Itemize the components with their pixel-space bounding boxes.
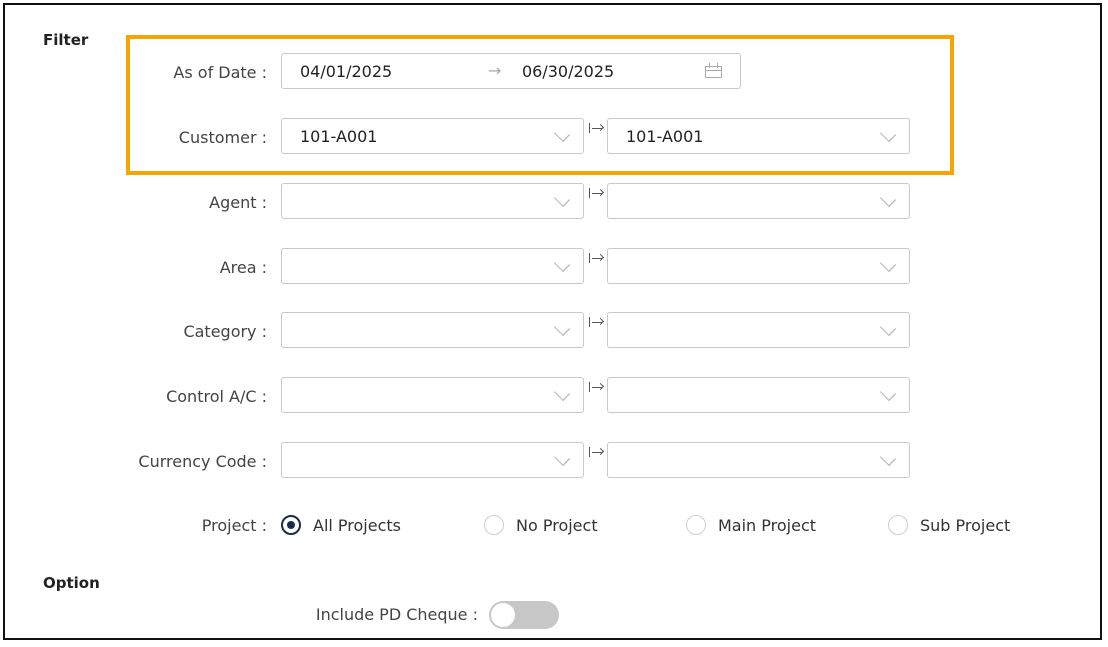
radio-unselected-icon[interactable] — [686, 515, 706, 535]
radio-selected-icon[interactable] — [281, 515, 301, 535]
radio-label: All Projects — [313, 515, 401, 535]
project-label: Project : — [201, 516, 267, 535]
chevron-down-icon — [879, 384, 897, 402]
currency-code-to-select[interactable] — [607, 442, 910, 478]
category-to-select[interactable] — [607, 312, 910, 348]
area-label: Area : — [219, 258, 267, 277]
range-arrow-icon — [589, 447, 605, 459]
category-from-select[interactable] — [281, 312, 584, 348]
customer-from-value: 101-A001 — [300, 127, 378, 146]
radio-label: Sub Project — [920, 515, 1011, 535]
customer-to-value: 101-A001 — [626, 127, 704, 146]
agent-label: Agent : — [209, 193, 267, 212]
toggle-knob — [491, 603, 515, 627]
customer-from-select[interactable]: 101-A001 — [281, 118, 584, 154]
agent-to-select[interactable] — [607, 183, 910, 219]
area-to-select[interactable] — [607, 248, 910, 284]
chevron-down-icon — [879, 255, 897, 273]
date-range-picker[interactable]: 04/01/2025 → 06/30/2025 — [281, 53, 741, 89]
date-range-arrow-icon: → — [488, 61, 502, 80]
calendar-icon[interactable] — [705, 63, 722, 78]
include-pd-cheque-toggle[interactable] — [489, 601, 559, 629]
filter-panel: Filter As of Date : 04/01/2025 → 06/30/2… — [3, 3, 1102, 640]
chevron-down-icon — [553, 449, 571, 467]
chevron-down-icon — [879, 449, 897, 467]
agent-from-select[interactable] — [281, 183, 584, 219]
chevron-down-icon — [879, 125, 897, 143]
radio-main-project[interactable]: Main Project — [686, 515, 816, 535]
radio-unselected-icon[interactable] — [888, 515, 908, 535]
radio-label: No Project — [516, 515, 598, 535]
area-from-select[interactable] — [281, 248, 584, 284]
chevron-down-icon — [553, 125, 571, 143]
category-label: Category : — [183, 322, 267, 341]
control-ac-label: Control A/C : — [166, 387, 267, 406]
include-pd-cheque-label: Include PD Cheque : — [315, 605, 478, 624]
chevron-down-icon — [553, 190, 571, 208]
chevron-down-icon — [553, 255, 571, 273]
radio-unselected-icon[interactable] — [484, 515, 504, 535]
currency-code-label: Currency Code : — [138, 452, 267, 471]
date-from-value[interactable]: 04/01/2025 — [300, 62, 392, 81]
chevron-down-icon — [553, 319, 571, 337]
currency-code-from-select[interactable] — [281, 442, 584, 478]
range-arrow-icon — [589, 317, 605, 329]
chevron-down-icon — [553, 384, 571, 402]
chevron-down-icon — [879, 190, 897, 208]
range-arrow-icon — [589, 382, 605, 394]
control-ac-from-select[interactable] — [281, 377, 584, 413]
radio-no-project[interactable]: No Project — [484, 515, 598, 535]
customer-label: Customer : — [178, 128, 267, 147]
date-to-value[interactable]: 06/30/2025 — [522, 62, 614, 81]
radio-label: Main Project — [718, 515, 817, 535]
as-of-date-label: As of Date : — [173, 63, 267, 82]
chevron-down-icon — [879, 319, 897, 337]
filter-section-title: Filter — [43, 31, 89, 49]
range-arrow-icon — [589, 253, 605, 265]
control-ac-to-select[interactable] — [607, 377, 910, 413]
radio-sub-project[interactable]: Sub Project — [888, 515, 1010, 535]
range-arrow-icon — [589, 188, 605, 200]
range-arrow-icon — [589, 123, 605, 135]
radio-all-projects[interactable]: All Projects — [281, 515, 401, 535]
customer-to-select[interactable]: 101-A001 — [607, 118, 910, 154]
option-section-title: Option — [43, 574, 100, 592]
